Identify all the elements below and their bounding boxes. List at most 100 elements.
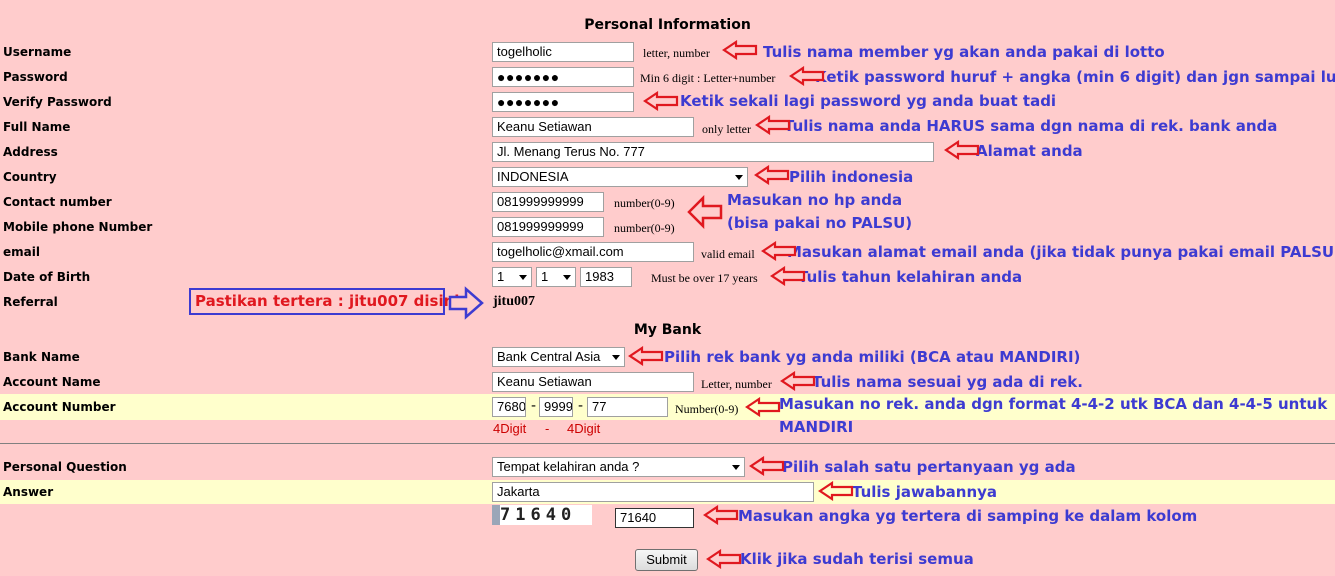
right-arrow-icon — [448, 286, 484, 320]
email-input[interactable]: togelholic@xmail.com — [492, 242, 694, 262]
bank-name-value: Bank Central Asia — [497, 349, 601, 364]
hint-mobile-phone: number(0-9) — [614, 221, 675, 235]
note-bank-name: Pilih rek bank yg anda miliki (BCA atau … — [664, 348, 1081, 366]
full-name-input[interactable]: Keanu Setiawan — [492, 117, 694, 137]
note-account-number-line2: MANDIRI — [779, 418, 854, 436]
label-personal-question: Personal Question — [3, 460, 127, 474]
note-answer: Tulis jawabannya — [852, 483, 998, 501]
left-arrow-icon — [761, 241, 797, 261]
note-password: Ketik password huruf + angka (min 6 digi… — [815, 68, 1335, 86]
left-arrow-icon — [628, 346, 664, 366]
captcha-input[interactable]: 71640 — [615, 508, 694, 528]
account-number-dash-1: - — [531, 398, 537, 414]
personal-question-value: Tempat kelahiran anda ? — [497, 459, 640, 474]
label-country: Country — [3, 170, 57, 184]
hint-email: valid email — [701, 247, 755, 261]
left-arrow-icon — [722, 40, 758, 60]
hint-dob: Must be over 17 years — [651, 271, 758, 285]
note-phone-line1: Masukan no hp anda — [727, 191, 903, 209]
label-username: Username — [3, 45, 72, 59]
hint-username: letter, number — [643, 46, 710, 60]
hint-account-number: Number(0-9) — [675, 402, 739, 416]
mobile-phone-input[interactable]: 081999999999 — [492, 217, 604, 237]
label-referral: Referral — [3, 295, 58, 309]
left-arrow-icon — [755, 115, 791, 135]
bank-name-select[interactable]: Bank Central Asia — [492, 347, 625, 367]
note-username: Tulis nama member yg akan anda pakai di … — [763, 43, 1165, 61]
note-verify-password: Ketik sekali lagi password yg anda buat … — [680, 92, 1057, 110]
left-arrow-icon — [780, 371, 816, 391]
note-address: Alamat anda — [976, 142, 1083, 160]
hint-password: Min 6 digit : Letter+number — [640, 71, 776, 85]
note-email: Masukan alamat email anda (jika tidak pu… — [787, 243, 1335, 261]
left-arrow-icon — [749, 456, 785, 476]
country-select-value: INDONESIA — [497, 169, 569, 184]
label-verify-password: Verify Password — [3, 95, 112, 109]
digit-hint-dash: - — [545, 421, 550, 436]
left-arrow-icon — [754, 165, 790, 185]
country-select[interactable]: INDONESIA — [492, 167, 748, 187]
hint-account-name: Letter, number — [701, 377, 772, 391]
dob-month-value: 1 — [541, 269, 549, 284]
left-arrow-icon — [789, 66, 825, 86]
section-divider — [0, 443, 1335, 444]
note-personal-question: Pilih salah satu pertanyaan yg ada — [782, 458, 1076, 476]
hint-contact-number: number(0-9) — [614, 196, 675, 210]
label-contact-number: Contact number — [3, 195, 112, 209]
label-mobile-phone: Mobile phone Number — [3, 220, 153, 234]
personal-question-select[interactable]: Tempat kelahiran anda ? — [492, 457, 745, 477]
submit-button[interactable]: Submit — [635, 549, 698, 571]
account-name-input[interactable]: Keanu Setiawan — [492, 372, 694, 392]
note-account-number-line1: Masukan no rek. anda dgn format 4-4-2 ut… — [779, 395, 1328, 413]
label-email: email — [3, 245, 40, 259]
dob-day-value: 1 — [497, 269, 505, 284]
dob-month-select[interactable]: 1 — [536, 267, 576, 287]
dob-day-select[interactable]: 1 — [492, 267, 532, 287]
chevron-down-icon — [612, 355, 620, 360]
chevron-down-icon — [735, 175, 743, 180]
password-input[interactable]: ●●●●●●● — [492, 67, 634, 87]
left-arrow-icon — [687, 195, 723, 229]
note-submit: Klik jika sudah terisi semua — [740, 550, 974, 568]
left-arrow-icon — [703, 505, 739, 525]
left-arrow-icon — [706, 549, 742, 569]
left-arrow-icon — [770, 266, 806, 286]
chevron-down-icon — [563, 275, 571, 280]
note-dob: Tulis tahun kelahiran anda — [798, 268, 1023, 286]
chevron-down-icon — [732, 465, 740, 470]
answer-input[interactable]: Jakarta — [492, 482, 814, 502]
account-number-part2-input[interactable]: 9999 — [539, 397, 573, 417]
note-phone-line2: (bisa pakai no PALSU) — [727, 214, 913, 232]
hint-full-name: only letter — [702, 122, 751, 136]
dob-year-input[interactable]: 1983 — [580, 267, 632, 287]
left-arrow-icon — [745, 397, 781, 417]
left-arrow-icon — [944, 140, 980, 160]
address-input[interactable]: Jl. Menang Terus No. 777 — [492, 142, 934, 162]
verify-password-input[interactable]: ●●●●●●● — [492, 92, 634, 112]
label-full-name: Full Name — [3, 120, 71, 134]
username-input[interactable]: togelholic — [492, 42, 634, 62]
chevron-down-icon — [519, 275, 527, 280]
label-password: Password — [3, 70, 68, 84]
digit-hint-1: 4Digit — [493, 421, 527, 436]
label-bank-name: Bank Name — [3, 350, 80, 364]
referral-value: jitu007 — [493, 294, 535, 309]
left-arrow-icon — [818, 481, 854, 501]
note-full-name: Tulis nama anda HARUS sama dgn nama di r… — [784, 117, 1278, 135]
label-date-of-birth: Date of Birth — [3, 270, 91, 284]
label-account-number: Account Number — [3, 400, 116, 414]
note-country: Pilih indonesia — [789, 168, 914, 186]
note-account-name: Tulis nama sesuai yg ada di rek. — [812, 373, 1083, 391]
account-number-part1-input[interactable]: 7680 — [492, 397, 526, 417]
referral-note-box: Pastikan tertera : jitu007 disini — [189, 288, 459, 315]
label-address: Address — [3, 145, 58, 159]
label-account-name: Account Name — [3, 375, 101, 389]
digit-hint-2: 4Digit — [567, 421, 601, 436]
label-answer: Answer — [3, 485, 54, 499]
account-number-dash-2: - — [578, 398, 584, 414]
captcha-image: 71640 — [492, 505, 592, 525]
account-number-part3-input[interactable]: 77 — [587, 397, 668, 417]
left-arrow-icon — [643, 91, 679, 111]
note-captcha: Masukan angka yg tertera di samping ke d… — [738, 507, 1198, 525]
contact-number-input[interactable]: 081999999999 — [492, 192, 604, 212]
